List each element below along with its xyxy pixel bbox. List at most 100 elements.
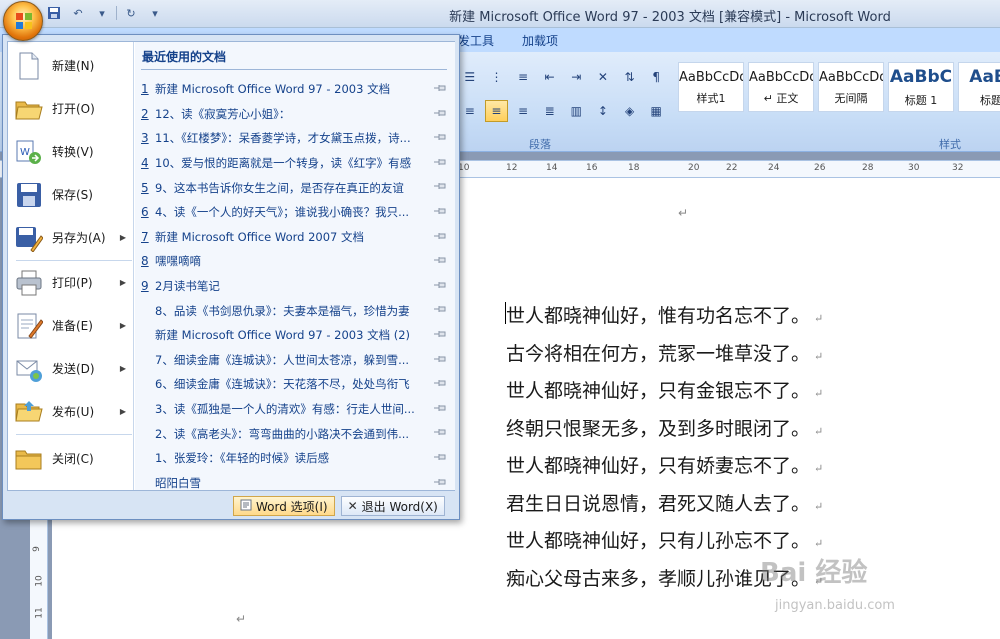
paragraph-mark: ↵: [236, 612, 247, 626]
recent-document-item[interactable]: 5 9、这本书告诉你女生之间，是否存在真正的友谊: [141, 175, 449, 200]
pin-icon[interactable]: [433, 304, 447, 314]
recent-document-name: 2月读书笔记: [155, 279, 220, 294]
pin-icon[interactable]: [433, 354, 447, 364]
menu-item-save[interactable]: 保存(S): [8, 173, 134, 216]
menu-item-close[interactable]: 关闭(C): [8, 437, 134, 480]
recent-document-item[interactable]: 1、张爱玲：《年轻的时候》读后感: [141, 446, 449, 471]
increase-indent-icon[interactable]: ⇥: [565, 66, 589, 88]
style-name: 标题 1: [904, 94, 938, 107]
pin-icon[interactable]: [433, 157, 447, 167]
sort-icon[interactable]: ⇅: [618, 66, 642, 88]
style-item[interactable]: AaBl 标题: [958, 62, 1000, 112]
recent-document-number: 2: [141, 106, 149, 121]
pin-icon[interactable]: [433, 255, 447, 265]
word-options-label: Word 选项(I): [256, 499, 328, 514]
office-button[interactable]: [3, 1, 43, 41]
style-item[interactable]: AaBbCcDd ↵ 正文: [748, 62, 814, 112]
recent-document-item[interactable]: 昭阳白雪: [141, 471, 449, 496]
menu-item-send[interactable]: 发送(D) ▶: [8, 347, 134, 390]
word-options-button[interactable]: Word 选项(I): [233, 496, 335, 516]
pin-icon[interactable]: [433, 181, 447, 191]
recent-documents-title: 最近使用的文档: [142, 50, 227, 64]
pin-icon[interactable]: [433, 403, 447, 413]
pin-icon[interactable]: [433, 452, 447, 462]
menu-item-new[interactable]: 新建(N): [8, 44, 134, 87]
svg-text:W: W: [20, 147, 30, 158]
pin-icon[interactable]: [433, 83, 447, 93]
submenu-arrow-icon: ▶: [119, 407, 126, 416]
ruler-tick: 30: [908, 163, 920, 173]
menu-item-label: 关闭(C): [52, 452, 94, 466]
pin-icon[interactable]: [433, 206, 447, 216]
style-item[interactable]: AaBbCcDd 无间隔: [818, 62, 884, 112]
pin-icon[interactable]: [433, 427, 447, 437]
bullets-icon[interactable]: ☰: [458, 66, 482, 88]
recent-document-item[interactable]: 7 新建 Microsoft Office Word 2007 文档: [141, 225, 449, 250]
style-sample: AaBbCcDd: [819, 70, 884, 85]
pin-icon[interactable]: [433, 378, 447, 388]
menu-item-save-as[interactable]: 另存为(A) ▶: [8, 216, 134, 259]
recent-document-name: 11、《红楼梦》：呆香菱学诗，才女黛玉点拨，诗...: [155, 131, 411, 146]
paragraph-mark: ↵: [678, 206, 689, 220]
pin-icon[interactable]: [433, 132, 447, 142]
ruler-tick: 16: [586, 163, 598, 173]
recent-document-item[interactable]: 4 10、爱与恨的距离就是一个转身，读《红字》有感: [141, 151, 449, 176]
show-marks-icon[interactable]: ¶: [644, 66, 668, 88]
pin-icon[interactable]: [433, 280, 447, 290]
ruler-tick: 12: [506, 163, 518, 173]
justify-icon[interactable]: ≣: [538, 100, 562, 122]
decrease-indent-icon[interactable]: ⇤: [538, 66, 562, 88]
menu-item-print[interactable]: 打印(P) ▶: [8, 261, 134, 304]
exit-word-button[interactable]: ✕ 退出 Word(X): [340, 496, 445, 516]
menu-item-open[interactable]: 打开(O): [8, 87, 134, 130]
office-menu: 新建(N) 打开(O) W 转换(V) 保存(S) 另存为(A) ▶ 打印(P)…: [2, 34, 460, 520]
recent-document-name: 9、这本书告诉你女生之间，是否存在真正的友谊: [155, 180, 404, 195]
recent-document-item[interactable]: 8、品读《书剑恩仇录》：夫妻本是福气，珍惜为妻: [141, 298, 449, 323]
recent-document-number: 7: [141, 229, 149, 244]
tab-addins[interactable]: 加载项: [522, 32, 558, 49]
pin-icon[interactable]: [433, 477, 447, 487]
recent-document-name: 12、读《寂寞芳心小姐》：: [155, 106, 291, 121]
recent-document-item[interactable]: 3 11、《红楼梦》：呆香菱学诗，才女黛玉点拨，诗...: [141, 126, 449, 151]
menu-item-convert[interactable]: W 转换(V): [8, 130, 134, 173]
recent-document-item[interactable]: 新建 Microsoft Office Word 97 - 2003 文档 (2…: [141, 323, 449, 348]
recent-document-item[interactable]: 1 新建 Microsoft Office Word 97 - 2003 文档: [141, 77, 449, 102]
align-right-icon[interactable]: ≡: [511, 100, 535, 122]
recent-document-item[interactable]: 9 2月读书笔记: [141, 274, 449, 299]
recent-document-name: 1、张爱玲：《年轻的时候》读后感: [155, 451, 330, 466]
menu-separator: [16, 434, 132, 435]
recent-document-item[interactable]: 6、细读金庸《连城诀》：天花落不尽，处处鸟衔飞: [141, 372, 449, 397]
paragraph-group-label: 段落: [529, 138, 551, 151]
recent-document-item[interactable]: 2 12、读《寂寞芳心小姐》：: [141, 102, 449, 127]
pin-icon[interactable]: [433, 329, 447, 339]
style-item[interactable]: AaBbCcDd 样式1: [678, 62, 744, 112]
recent-document-number: 6: [141, 205, 149, 220]
recent-document-item[interactable]: 2、读《高老头》：弯弯曲曲的小路决不会通到伟...: [141, 421, 449, 446]
recent-document-item[interactable]: 7、细读金庸《连城诀》：人世间太苍凉，躲到雪...: [141, 348, 449, 373]
style-sample: AaBl: [969, 67, 1000, 87]
menu-item-prepare[interactable]: 准备(E) ▶: [8, 304, 134, 347]
recent-document-item[interactable]: 3、读《孤独是一个人的清欢》有感：行走人世间...: [141, 397, 449, 422]
pin-icon[interactable]: [433, 108, 447, 118]
multilevel-list-icon[interactable]: ≡: [511, 66, 535, 88]
shading-icon[interactable]: ◈: [618, 100, 642, 122]
recent-document-item[interactable]: 6 4、读《一个人的好天气》；谁说我小确丧？我只...: [141, 200, 449, 225]
recent-document-item[interactable]: 8 嘿嘿嘀嘀: [141, 249, 449, 274]
style-item[interactable]: AaBbC 标题 1: [888, 62, 954, 112]
align-center-icon[interactable]: ≡: [484, 100, 509, 122]
ruler-tick: 32: [952, 163, 964, 173]
recent-document-name: 2、读《高老头》：弯弯曲曲的小路决不会通到伟...: [155, 426, 410, 441]
word-options-icon: [240, 499, 252, 514]
vertical-ruler[interactable]: 9 10 11: [30, 520, 48, 639]
watermark-url: jingyan.baidu.com: [775, 598, 895, 613]
line-spacing-icon[interactable]: ↕: [591, 100, 615, 122]
menu-item-publish[interactable]: 发布(U) ▶: [8, 390, 134, 433]
borders-icon[interactable]: ▦: [644, 100, 668, 122]
distributed-icon[interactable]: ▥: [565, 100, 589, 122]
asian-layout-icon[interactable]: ✕: [591, 66, 615, 88]
tab-developer[interactable]: 发工具: [458, 32, 494, 49]
align-left-icon[interactable]: ≡: [458, 100, 482, 122]
style-name: 标题: [980, 94, 1000, 107]
numbering-icon[interactable]: ⋮: [485, 66, 509, 88]
pin-icon[interactable]: [433, 231, 447, 241]
